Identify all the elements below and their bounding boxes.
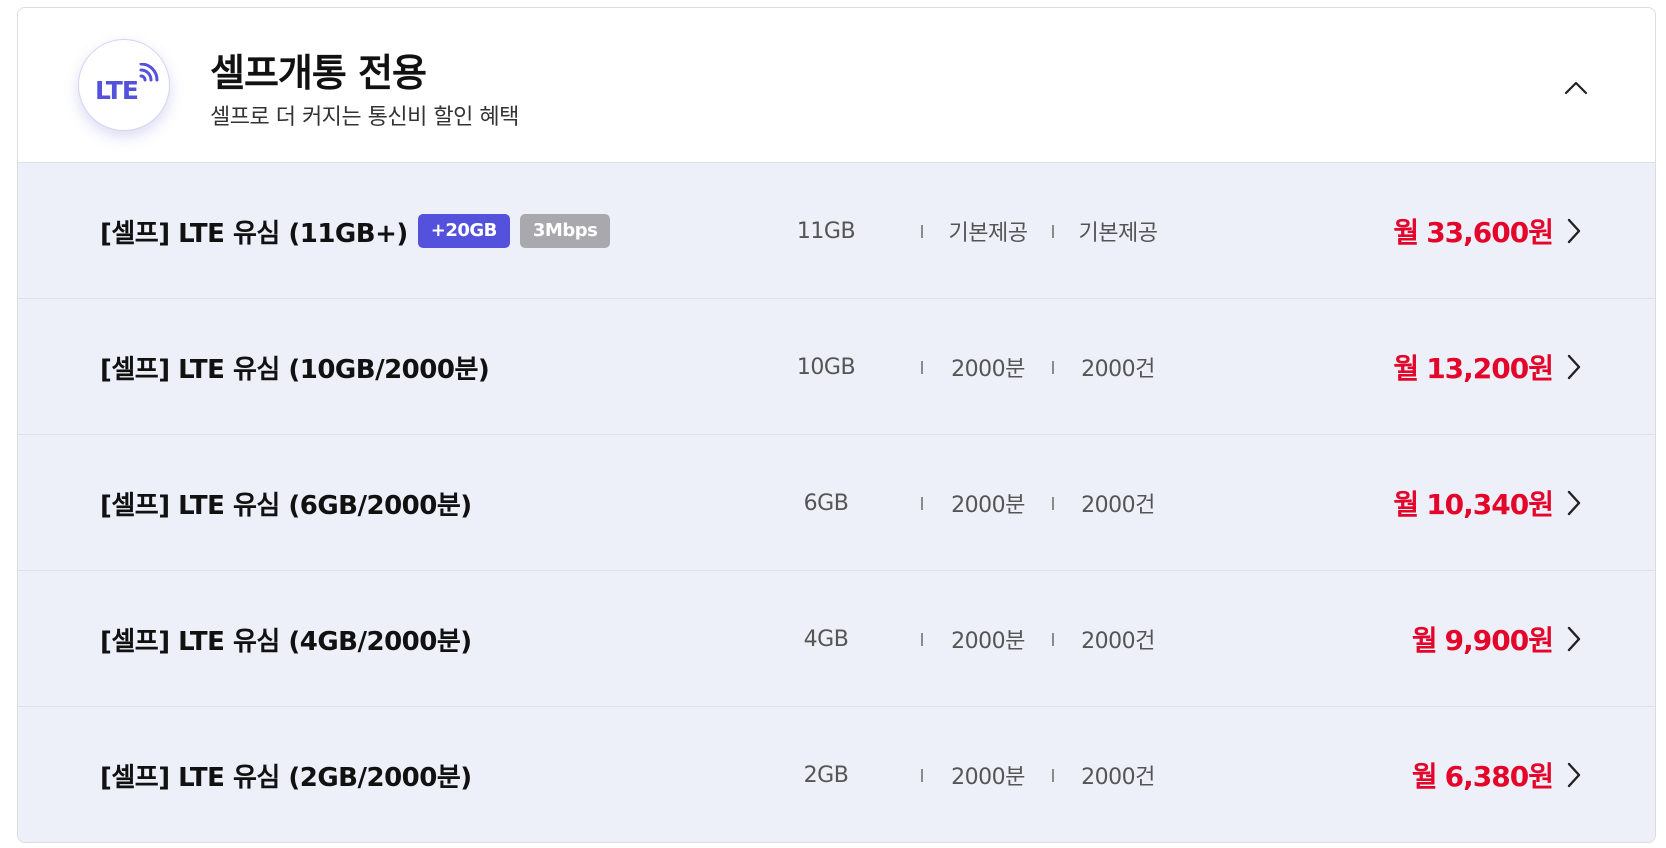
plan-detail-button[interactable]: [1563, 487, 1585, 519]
data-bonus-badge: +20GB: [417, 214, 510, 248]
plan-voice: 2000분: [951, 357, 1025, 382]
plan-name: [셀프] LTE 유심 (4GB/2000분): [100, 626, 472, 657]
price-prefix: 월: [1393, 488, 1419, 521]
plan-sms: 2000건: [1081, 629, 1155, 654]
plan-price: 월 6,380원: [1411, 707, 1554, 842]
plan-price: 월 10,340원: [1393, 435, 1554, 571]
plan-detail-button[interactable]: [1563, 215, 1585, 247]
lte-signal-icon: LTE: [95, 63, 159, 105]
price-prefix: 월: [1411, 624, 1438, 657]
page-subtitle: 셀프로 더 커지는 통신비 할인 혜택: [210, 105, 519, 130]
price-value: 6,380원: [1444, 760, 1554, 793]
price-prefix: 월: [1393, 216, 1419, 249]
plan-sms: 기본제공: [1078, 221, 1158, 246]
plan-detail-button[interactable]: [1563, 759, 1585, 791]
plan-name-wrap: [셀프] LTE 유심 (4GB/2000분): [100, 571, 472, 707]
price-value: 33,600원: [1426, 216, 1554, 249]
chevron-right-icon: [1567, 490, 1581, 516]
price-value: 9,900원: [1444, 624, 1554, 657]
plan-row[interactable]: [셀프] LTE 유심 (6GB/2000분) 6GB 2000분 2000건 …: [18, 435, 1655, 571]
chevron-up-icon: [1564, 81, 1588, 95]
price-value: 10,340원: [1426, 488, 1554, 521]
speed-badge: 3Mbps: [519, 214, 611, 248]
chevron-right-icon: [1567, 762, 1581, 788]
plan-name: [셀프] LTE 유심 (2GB/2000분): [100, 762, 472, 793]
plan-name: [셀프] LTE 유심 (6GB/2000분): [100, 490, 472, 521]
plan-row[interactable]: [셀프] LTE 유심 (11GB+) +20GB 3Mbps 11GB 기본제…: [18, 163, 1655, 299]
chevron-right-icon: [1567, 626, 1581, 652]
plan-row[interactable]: [셀프] LTE 유심 (2GB/2000분) 2GB 2000분 2000건 …: [18, 707, 1655, 842]
plan-price: 월 13,200원: [1393, 299, 1554, 435]
price-value: 13,200원: [1426, 352, 1554, 385]
plan-data: 10GB: [796, 354, 856, 380]
plan-data: 2GB: [803, 762, 849, 788]
plan-price: 월 33,600원: [1393, 163, 1554, 299]
plan-name: [셀프] LTE 유심 (11GB+): [100, 218, 408, 249]
plan-sms: 2000건: [1081, 765, 1155, 790]
plan-group-header[interactable]: LTE 셀프개통 전용 셀프로 더 커지는 통신비 할인 혜택: [18, 8, 1655, 163]
price-prefix: 월: [1411, 760, 1438, 793]
plan-row[interactable]: [셀프] LTE 유심 (4GB/2000분) 4GB 2000분 2000건 …: [18, 571, 1655, 707]
plan-voice: 기본제공: [948, 221, 1028, 246]
plan-data: 11GB: [796, 218, 856, 244]
chevron-right-icon: [1567, 354, 1581, 380]
plan-name-wrap: [셀프] LTE 유심 (2GB/2000분): [100, 707, 472, 842]
plan-sms: 2000건: [1081, 357, 1155, 382]
plan-name-wrap: [셀프] LTE 유심 (10GB/2000분): [100, 299, 490, 435]
plan-detail-button[interactable]: [1563, 351, 1585, 383]
plan-name-wrap: [셀프] LTE 유심 (11GB+) +20GB 3Mbps: [100, 163, 611, 299]
plan-voice: 2000분: [951, 629, 1025, 654]
price-prefix: 월: [1393, 352, 1419, 385]
chevron-right-icon: [1567, 218, 1581, 244]
plan-row[interactable]: [셀프] LTE 유심 (10GB/2000분) 10GB 2000분 2000…: [18, 299, 1655, 435]
lte-logo-text: LTE: [95, 76, 138, 105]
page-title: 셀프개통 전용: [210, 51, 427, 95]
plan-data: 4GB: [803, 626, 849, 652]
plan-voice: 2000분: [951, 493, 1025, 518]
plan-detail-button[interactable]: [1563, 623, 1585, 655]
plan-voice: 2000분: [951, 765, 1025, 790]
plan-name: [셀프] LTE 유심 (10GB/2000분): [100, 354, 490, 385]
plan-group-panel: LTE 셀프개통 전용 셀프로 더 커지는 통신비 할인 혜택 [셀프] LTE…: [17, 7, 1656, 843]
plan-list: [셀프] LTE 유심 (11GB+) +20GB 3Mbps 11GB 기본제…: [18, 163, 1655, 842]
lte-logo: LTE: [78, 39, 170, 131]
collapse-toggle-button[interactable]: [1558, 74, 1594, 102]
plan-name-wrap: [셀프] LTE 유심 (6GB/2000분): [100, 435, 472, 571]
plan-sms: 2000건: [1081, 493, 1155, 518]
plan-data: 6GB: [803, 490, 849, 516]
plan-price: 월 9,900원: [1411, 571, 1554, 707]
